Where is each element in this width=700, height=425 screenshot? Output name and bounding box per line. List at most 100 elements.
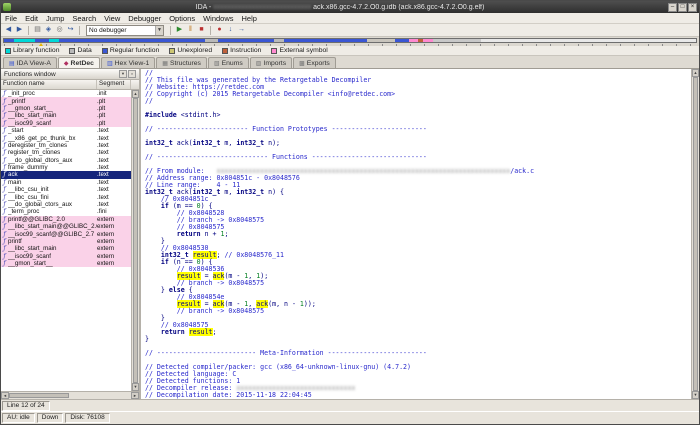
code-line[interactable]: if (n == 0) { — [145, 259, 691, 266]
code-line[interactable]: // branch -> 0x8048575 — [145, 217, 691, 224]
function-row[interactable]: ƒ__do_global_dtors_aux.text — [1, 157, 131, 164]
code-line[interactable]: int32_t ack(int32_t m, int32_t n) { — [145, 189, 691, 196]
search-text-icon[interactable]: ◎ — [54, 25, 65, 36]
breakpoint-icon[interactable]: ● — [214, 25, 225, 36]
scroll-left-icon[interactable]: ◄ — [1, 392, 9, 399]
code-line[interactable]: #include <stdint.h> — [145, 112, 691, 119]
graph-view-icon[interactable]: ◈ — [43, 25, 54, 36]
menu-windows[interactable]: Windows — [199, 14, 237, 23]
code-line[interactable]: // 0x8048575 — [145, 322, 691, 329]
decompiled-code: //// This file was generated by the Reta… — [141, 69, 691, 399]
scroll-up-icon[interactable]: ▲ — [692, 69, 699, 77]
nav-back-icon[interactable]: ◀ — [3, 25, 14, 36]
menu-edit[interactable]: Edit — [21, 14, 42, 23]
start-process-icon[interactable]: ▶ — [174, 25, 185, 36]
code-line[interactable]: // Copyright (c) 2015 Retargetable Decom… — [145, 91, 691, 98]
functions-window-close-button[interactable]: × — [128, 70, 136, 78]
function-row[interactable]: ƒack.text — [1, 171, 131, 178]
code-line[interactable]: // Decompilation date: 2015-11-18 22:04:… — [145, 392, 691, 399]
function-row[interactable]: ƒ__gmon_start__.plt — [1, 105, 131, 112]
code-line[interactable]: } — [145, 336, 691, 343]
close-button[interactable]: × — [688, 3, 697, 12]
code-vertical-scrollbar[interactable]: ▲ ▼ — [691, 69, 699, 399]
function-row[interactable]: ƒderegister_tm_clones.text — [1, 142, 131, 149]
code-line[interactable]: // 0x804851c — [145, 196, 691, 203]
menu-search[interactable]: Search — [68, 14, 100, 23]
maximize-button[interactable]: □ — [678, 3, 687, 12]
code-line[interactable]: } else { — [145, 287, 691, 294]
navigation-band[interactable] — [1, 37, 699, 46]
menu-debugger[interactable]: Debugger — [124, 14, 165, 23]
code-scroll-thumb[interactable] — [693, 77, 698, 391]
nav-forward-icon[interactable]: ▶ — [14, 25, 25, 36]
function-row[interactable]: ƒ__isoc99_scanf.plt — [1, 120, 131, 127]
function-row[interactable]: ƒ_init_proc.init — [1, 90, 131, 97]
tab-retdec[interactable]: ◆RetDec — [58, 57, 100, 68]
tab-enums[interactable]: ▧Enums — [208, 57, 249, 68]
code-line[interactable]: // branch -> 0x8048575 — [145, 280, 691, 287]
menu-help[interactable]: Help — [238, 14, 261, 23]
function-row[interactable]: ƒ__libc_start_main@@GLIBC_2.0extern — [1, 223, 131, 230]
function-row[interactable]: ƒ__libc_csu_fini.text — [1, 193, 131, 200]
tab-hex-view-1[interactable]: ▥Hex View-1 — [101, 57, 155, 68]
function-row[interactable]: ƒ__do_global_ctors_aux.text — [1, 201, 131, 208]
function-row[interactable]: ƒ_term_proc.fini — [1, 208, 131, 215]
function-row[interactable]: ƒ__libc_start_main.plt — [1, 112, 131, 119]
code-line[interactable]: int32_t result; // 0x8048576_11 — [145, 252, 691, 259]
function-row[interactable]: ƒ__libc_start_mainextern — [1, 245, 131, 252]
code-line[interactable] — [145, 105, 691, 112]
menu-jump[interactable]: Jump — [42, 14, 68, 23]
functions-hscroll-thumb[interactable] — [9, 393, 69, 398]
function-row[interactable]: ƒprintf@@GLIBC_2.0extern — [1, 216, 131, 223]
functions-horizontal-scrollbar[interactable]: ◄ ► — [1, 391, 139, 399]
function-row[interactable]: ƒ__isoc99_scanfextern — [1, 253, 131, 260]
scroll-up-icon[interactable]: ▲ — [132, 90, 139, 98]
function-row[interactable]: ƒ__x86_get_pc_thunk_bx.text — [1, 134, 131, 141]
step-into-icon[interactable]: ↓ — [225, 25, 236, 36]
function-row[interactable]: ƒframe_dummy.text — [1, 164, 131, 171]
function-row[interactable]: ƒ_start.text — [1, 127, 131, 134]
code-line[interactable]: // ------------------------- Meta-Inform… — [145, 350, 691, 357]
function-row[interactable]: ƒ__isoc99_scanf@@GLIBC_2.7extern — [1, 230, 131, 237]
column-header-segment[interactable]: Segment — [97, 80, 131, 89]
functions-window-menu-button[interactable]: ▼ — [119, 70, 127, 78]
function-row[interactable]: ƒprintfextern — [1, 238, 131, 245]
functions-scroll-thumb[interactable] — [133, 98, 138, 383]
column-header-function-name[interactable]: Function name — [1, 80, 97, 89]
tab-imports[interactable]: ▨Imports — [250, 57, 292, 68]
function-row[interactable]: ƒ__gmon_start__extern — [1, 260, 131, 267]
code-line[interactable]: // From module: xxxxxxxxxxxxxxxxxxxxxxxx… — [145, 168, 691, 175]
pause-process-icon[interactable]: ‖ — [185, 25, 196, 36]
scroll-down-icon[interactable]: ▼ — [692, 391, 699, 399]
menu-options[interactable]: Options — [165, 14, 199, 23]
function-row[interactable]: ƒmain.text — [1, 179, 131, 186]
function-row[interactable]: ƒ__libc_csu_init.text — [1, 186, 131, 193]
function-row[interactable]: ƒ_printf.plt — [1, 97, 131, 104]
code-line[interactable]: int32_t ack(int32_t m, int32_t n); — [145, 140, 691, 147]
code-line[interactable]: if (m == 0) { — [145, 203, 691, 210]
code-line[interactable]: // branch -> 0x8048575 — [145, 308, 691, 315]
debugger-select[interactable]: No debugger ▼ — [86, 25, 164, 36]
tab-structures[interactable]: ▦Structures — [156, 57, 207, 68]
functions-vertical-scrollbar[interactable]: ▲ ▼ — [131, 90, 139, 391]
code-line[interactable]: } — [145, 238, 691, 245]
function-row[interactable]: ƒregister_tm_clones.text — [1, 149, 131, 156]
jump-address-icon[interactable]: ↪ — [65, 25, 76, 36]
code-line[interactable]: } — [145, 315, 691, 322]
code-line[interactable]: return result; — [145, 329, 691, 336]
tab-exports[interactable]: ▩Exports — [293, 57, 336, 68]
code-line[interactable]: // — [145, 98, 691, 105]
code-line[interactable]: // ----------------------- Function Prot… — [145, 126, 691, 133]
stop-process-icon[interactable]: ■ — [196, 25, 207, 36]
open-views-icon[interactable]: ▤ — [32, 25, 43, 36]
scroll-down-icon[interactable]: ▼ — [132, 383, 139, 391]
tab-ida-view-a[interactable]: ▤IDA View-A — [3, 57, 57, 68]
menu-view[interactable]: View — [100, 14, 124, 23]
scroll-right-icon[interactable]: ► — [131, 392, 139, 399]
code-line[interactable]: return n + 1; — [145, 231, 691, 238]
menu-file[interactable]: File — [1, 14, 21, 23]
minimize-button[interactable]: – — [668, 3, 677, 12]
status-au: AU: idle — [2, 413, 35, 423]
step-over-icon[interactable]: → — [236, 25, 247, 36]
code-line[interactable]: // ---------------------------- Function… — [145, 154, 691, 161]
